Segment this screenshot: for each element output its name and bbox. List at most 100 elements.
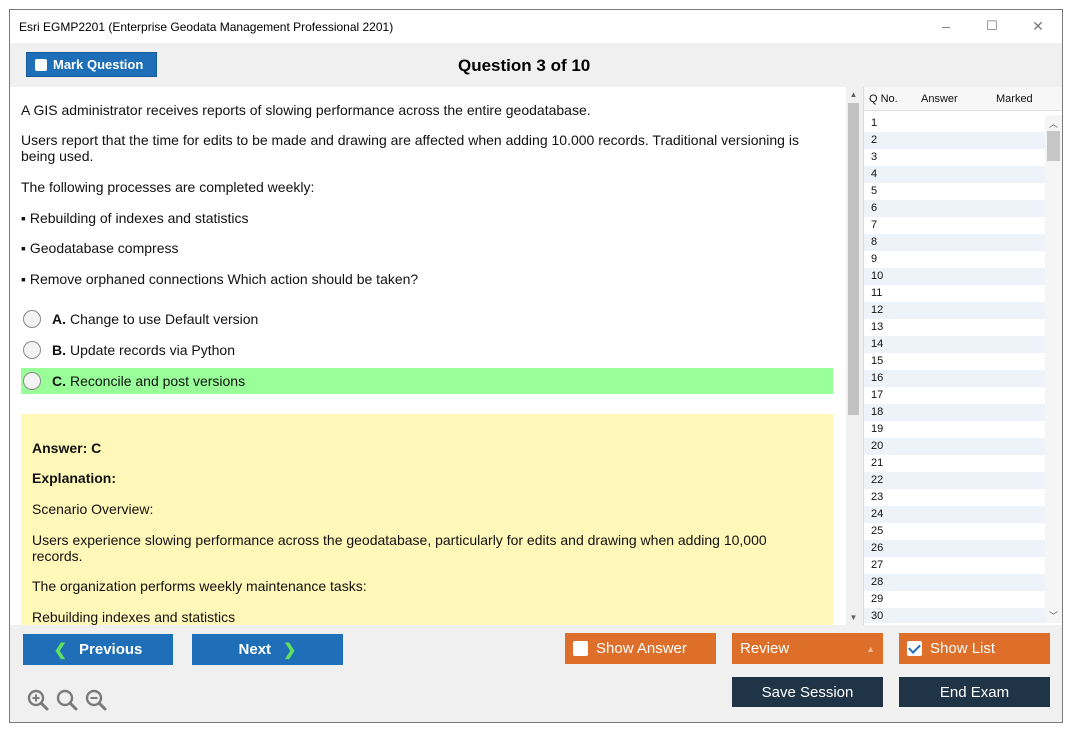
question-list-row[interactable]: 22 <box>864 472 1045 489</box>
question-list-row[interactable]: 18 <box>864 404 1045 421</box>
question-list-row[interactable]: 19 <box>864 421 1045 438</box>
minimize-button[interactable]: – <box>931 16 961 36</box>
question-list-row[interactable]: 11 <box>864 285 1045 302</box>
end-exam-button[interactable]: End Exam <box>899 677 1050 707</box>
zoom-out-icon[interactable] <box>84 688 108 712</box>
question-list-panel: Q No. Answer Marked 1 2 3 4 5 6 7 8 9 10 11 12 13 14 1… <box>863 87 1062 625</box>
zoom-in-icon[interactable] <box>26 688 50 712</box>
question-list-row[interactable]: 21 <box>864 455 1045 472</box>
show-answer-checkbox[interactable] <box>573 641 588 656</box>
question-list-row[interactable]: 24 <box>864 506 1045 523</box>
question-paragraph: Users report that the time for edits to … <box>21 132 799 164</box>
save-session-label: Save Session <box>761 683 854 701</box>
question-list-row[interactable]: 7 <box>864 217 1045 234</box>
question-paragraph: A GIS administrator receives reports of … <box>21 102 591 118</box>
explanation-line: Users experience slowing performance acr… <box>32 532 767 564</box>
app-window: Esri EGMP2201 (Enterprise Geodata Manage… <box>9 9 1063 723</box>
bullet-item: ▪ Geodatabase compress <box>21 240 179 256</box>
explanation-line: Scenario Overview: <box>32 501 154 517</box>
question-list-row[interactable]: 12 <box>864 302 1045 319</box>
scroll-up-arrow-icon[interactable]: ▲ <box>846 90 861 99</box>
option-a[interactable]: A. Change to use Default version <box>21 306 833 332</box>
question-list-row[interactable]: 1 <box>864 115 1045 132</box>
caret-down-icon: ▲ <box>866 643 875 654</box>
col-header-marked: Marked <box>996 93 1033 105</box>
option-letter: C. <box>52 373 66 389</box>
question-list-scroll-thumb[interactable] <box>1047 131 1060 161</box>
question-paragraph: The following processes are completed we… <box>21 179 315 195</box>
question-list-row[interactable]: 16 <box>864 370 1045 387</box>
show-list-label: Show List <box>930 640 996 657</box>
question-list-row[interactable]: 10 <box>864 268 1045 285</box>
option-text: Reconcile and post versions <box>70 373 246 389</box>
col-header-answer: Answer <box>921 93 958 105</box>
explanation-label: Explanation: <box>32 470 117 486</box>
next-label: Next <box>238 641 272 658</box>
review-dropdown[interactable]: Review ▲ <box>732 633 883 664</box>
zoom-reset-icon[interactable] <box>55 688 79 712</box>
bullet-item: ▪ Remove orphaned connections Which acti… <box>21 271 419 287</box>
question-content: A GIS administrator receives reports of … <box>10 87 846 625</box>
mark-question-label: Mark Question <box>53 57 144 72</box>
explanation-line: The organization performs weekly mainten… <box>32 578 367 594</box>
show-answer-button[interactable]: Show Answer <box>565 633 716 664</box>
title-bar: Esri EGMP2201 (Enterprise Geodata Manage… <box>10 10 1062 43</box>
question-list-row[interactable]: 2 <box>864 132 1045 149</box>
option-letter: A. <box>52 311 66 327</box>
question-title: Question 3 of 10 <box>458 56 591 75</box>
explanation-line: Rebuilding indexes and statistics <box>32 609 236 625</box>
option-text: Change to use Default version <box>70 311 259 327</box>
option-c[interactable]: C. Reconcile and post versions <box>21 368 833 394</box>
question-list-scrollbar[interactable]: ︿ ﹀ <box>1045 115 1062 623</box>
option-b[interactable]: B. Update records via Python <box>21 337 833 363</box>
question-list-row[interactable]: 30 <box>864 608 1045 623</box>
chevron-down-icon[interactable]: ﹀ <box>1045 609 1062 622</box>
question-list-row[interactable]: 25 <box>864 523 1045 540</box>
question-list-row[interactable]: 15 <box>864 353 1045 370</box>
save-session-button[interactable]: Save Session <box>732 677 883 707</box>
close-button[interactable]: ✕ <box>1023 16 1053 36</box>
col-header-qno: Q No. <box>869 93 898 105</box>
question-list[interactable]: 1 2 3 4 5 6 7 8 9 10 11 12 13 14 15 16 17 18 19 20 21 22 23 24 2… <box>864 115 1045 623</box>
window-title: Esri EGMP2201 (Enterprise Geodata Manage… <box>19 20 394 34</box>
question-list-row[interactable]: 9 <box>864 251 1045 268</box>
question-list-row[interactable]: 6 <box>864 200 1045 217</box>
question-list-header: Q No. Answer Marked <box>864 87 1062 111</box>
mark-question-button[interactable]: Mark Question <box>26 52 157 77</box>
question-list-row[interactable]: 20 <box>864 438 1045 455</box>
question-list-row[interactable]: 29 <box>864 591 1045 608</box>
radio-button[interactable] <box>23 372 41 390</box>
show-answer-label: Show Answer <box>596 640 687 657</box>
question-list-row[interactable]: 17 <box>864 387 1045 404</box>
chevron-right-icon: ❯ <box>283 641 297 659</box>
mark-checkbox[interactable] <box>35 58 47 71</box>
bullet-item: ▪ Rebuilding of indexes and statistics <box>21 210 249 226</box>
radio-button[interactable] <box>23 310 41 328</box>
chevron-up-icon[interactable]: ︿ <box>1045 117 1062 130</box>
previous-label: Previous <box>79 641 143 658</box>
question-list-row[interactable]: 4 <box>864 166 1045 183</box>
question-list-row[interactable]: 8 <box>864 234 1045 251</box>
answer-explanation-box: Answer: C Explanation: Scenario Overview… <box>21 414 833 625</box>
option-text: Update records via Python <box>70 342 235 358</box>
question-list-row[interactable]: 27 <box>864 557 1045 574</box>
option-letter: B. <box>52 342 66 358</box>
next-button[interactable]: Next ❯ <box>192 634 343 665</box>
radio-button[interactable] <box>23 341 41 359</box>
previous-button[interactable]: ❮ Previous <box>23 634 173 665</box>
review-label: Review <box>740 640 790 657</box>
question-list-row[interactable]: 28 <box>864 574 1045 591</box>
show-list-button[interactable]: Show List <box>899 633 1050 664</box>
question-list-row[interactable]: 13 <box>864 319 1045 336</box>
question-list-row[interactable]: 26 <box>864 540 1045 557</box>
scroll-down-arrow-icon[interactable]: ▼ <box>846 613 861 622</box>
question-list-row[interactable]: 5 <box>864 183 1045 200</box>
maximize-button[interactable]: ☐ <box>977 16 1007 36</box>
show-list-checkbox[interactable] <box>907 641 922 656</box>
scrollbar-thumb[interactable] <box>848 103 859 415</box>
content-scrollbar[interactable]: ▲ ▼ <box>846 87 861 625</box>
end-exam-label: End Exam <box>939 683 1010 701</box>
question-list-row[interactable]: 3 <box>864 149 1045 166</box>
question-list-row[interactable]: 14 <box>864 336 1045 353</box>
question-list-row[interactable]: 23 <box>864 489 1045 506</box>
